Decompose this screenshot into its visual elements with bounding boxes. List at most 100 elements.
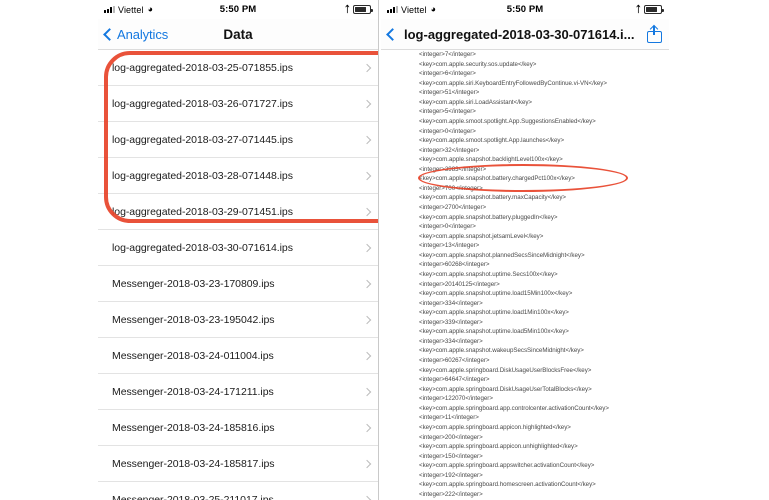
plist-line: <integer>60267</integer>: [419, 357, 490, 364]
file-name-label: Messenger-2018-03-24-011004.ips: [112, 349, 274, 362]
bluetooth-icon: ᛏ: [635, 4, 641, 14]
plist-line: <key>com.apple.smoot.spotlight.App.Sugge…: [419, 117, 596, 125]
plist-line: <integer>13</integer>: [419, 242, 480, 250]
chevron-right-icon: [362, 459, 372, 468]
plist-line: <key>com.apple.snapshot.battery.chargedP…: [419, 175, 575, 183]
share-icon[interactable]: [647, 24, 662, 43]
file-name-label: log-aggregated-2018-03-27-071445.ips: [112, 133, 293, 146]
plist-line: <integer>5</integer>: [419, 108, 476, 116]
plist-line: <integer>334</integer>: [419, 337, 483, 345]
clock-label: 5:50 PM: [506, 4, 544, 15]
plist-line: <key>com.apple.security.sos.update</key>: [419, 60, 537, 68]
chevron-right-icon: [362, 135, 372, 144]
file-list-item[interactable]: log-aggregated-2018-03-28-071448.ips: [98, 158, 378, 194]
plist-line: <key>com.apple.snapshot.backlightLevel10…: [419, 156, 563, 164]
battery-icon: [644, 5, 664, 14]
plist-content[interactable]: <integer>7</integer> <key>com.apple.secur…: [381, 50, 669, 500]
file-list-item[interactable]: Messenger-2018-03-25-211017.ips: [98, 482, 378, 500]
plist-line: <key>com.apple.springboard.appswitcher.a…: [419, 462, 595, 470]
plist-line: <integer>700</integer>: [419, 184, 483, 192]
chevron-right-icon: [362, 423, 372, 432]
file-name-label: Messenger-2018-03-24-185817.ips: [112, 457, 275, 470]
file-name-label: Messenger-2018-03-25-211017.ips: [112, 493, 274, 500]
chevron-right-icon: [362, 171, 372, 180]
battery-icon: [353, 5, 373, 14]
file-name-label: Messenger-2018-03-24-171211.ips: [112, 385, 274, 398]
chevron-left-icon: [386, 27, 399, 41]
left-phone-panel: Viettel ◕ 5:50 PM ᛏ Analytics Data log-a…: [98, 0, 379, 500]
file-name-label: log-aggregated-2018-03-26-071727.ips: [112, 97, 293, 110]
plist-line: <key>com.apple.snapshot.jetsamLevel</key…: [419, 232, 544, 240]
right-phone-panel: Viettel ◕ 5:50 PM ᛏ log-aggregated-2018-…: [381, 0, 669, 500]
file-list-item[interactable]: Messenger-2018-03-24-011004.ips: [98, 338, 378, 374]
clock-label: 5:50 PM: [219, 4, 257, 15]
nav-bar-right: log-aggregated-2018-03-30-071614.i...: [381, 19, 669, 50]
back-button-file-detail[interactable]: [386, 27, 400, 41]
plist-line: <integer>32</integer>: [419, 146, 480, 154]
chevron-left-icon: [103, 27, 116, 41]
file-list-item[interactable]: Messenger-2018-03-23-170809.ips: [98, 266, 378, 302]
chevron-right-icon: [362, 243, 372, 252]
file-list-item[interactable]: log-aggregated-2018-03-26-071727.ips: [98, 86, 378, 122]
file-name-label: log-aggregated-2018-03-28-071448.ips: [112, 169, 293, 182]
file-list-item[interactable]: log-aggregated-2018-03-27-071445.ips: [98, 122, 378, 158]
back-button-label: Analytics: [117, 26, 169, 42]
file-name-label: log-aggregated-2018-03-30-071614.ips: [112, 241, 293, 254]
chevron-right-icon: [362, 279, 372, 288]
chevron-right-icon: [362, 315, 372, 324]
plist-line: <key>com.apple.springboard.app.controlce…: [419, 404, 609, 412]
file-list-item[interactable]: log-aggregated-2018-03-29-071451.ips: [98, 194, 378, 230]
plist-line: <integer>0</integer>: [419, 127, 476, 135]
plist-line: <integer>7</integer>: [419, 51, 476, 58]
status-bar-right-group-2: ᛏ: [635, 4, 664, 14]
status-bar-right-group: ᛏ: [345, 5, 373, 14]
plist-line: <integer>60268</integer>: [419, 261, 490, 269]
plist-line: <integer>11</integer>: [419, 414, 479, 422]
plist-line: <key>com.apple.snapshot.uptime.load1Min1…: [419, 309, 569, 317]
status-bar-left: Viettel ◕ 5:50 PM ᛏ: [98, 0, 378, 19]
chevron-right-icon: [362, 99, 372, 108]
file-list-item[interactable]: Messenger-2018-03-24-171211.ips: [98, 374, 378, 410]
file-list-item[interactable]: Messenger-2018-03-24-185816.ips: [98, 410, 378, 446]
analytics-file-list[interactable]: log-aggregated-2018-03-25-071855.ips log-…: [98, 50, 378, 500]
plist-line: <integer>200</integer>: [419, 433, 483, 441]
plist-line: <integer>64647</integer>: [419, 376, 490, 384]
plist-line: <key>com.apple.snapshot.uptime.load15Min…: [419, 290, 573, 298]
chevron-right-icon: [362, 351, 372, 360]
plist-line: <key>com.apple.snapshot.battery.maxCapac…: [419, 194, 566, 202]
plist-line: <key>com.apple.snapshot.uptime.load5Min1…: [419, 328, 569, 336]
plist-line: <integer>339</integer>: [419, 318, 483, 326]
plist-line: <integer>334</integer>: [419, 299, 483, 307]
plist-line: <key>com.apple.springboard.appicon.unhig…: [419, 443, 578, 451]
plist-line: <integer>20140125</integer>: [419, 280, 500, 288]
plist-line: <integer>122070</integer>: [419, 395, 493, 403]
plist-line: <key>com.apple.springboard.DiskUsageUser…: [419, 385, 592, 393]
plist-line: <integer>51</integer>: [419, 89, 480, 97]
file-name-label: Messenger-2018-03-23-170809.ips: [112, 277, 275, 290]
plist-line: <key>com.apple.snapshot.plannedSecsSince…: [419, 251, 585, 259]
screenshot-root: Viettel ◕ 5:50 PM ᛏ Analytics Data log-a…: [0, 0, 769, 500]
file-list-item[interactable]: Messenger-2018-03-24-185817.ips: [98, 446, 378, 482]
plist-line: <key>com.apple.siri.KeyboardEntryFollowe…: [419, 79, 607, 87]
plist-line: <integer>222</integer>: [419, 490, 483, 498]
file-name-label: Messenger-2018-03-24-185816.ips: [112, 421, 275, 434]
plist-line: <key>com.apple.siri.LoadAssistant</key>: [419, 98, 533, 106]
file-name-label: log-aggregated-2018-03-25-071855.ips: [112, 61, 293, 74]
plist-line: <integer>192</integer>: [419, 471, 483, 479]
plist-line: <integer>2700</integer>: [419, 204, 487, 211]
nav-bar-left: Analytics Data: [98, 19, 378, 50]
file-list-item[interactable]: log-aggregated-2018-03-30-071614.ips: [98, 230, 378, 266]
plist-line: <integer>150</integer>: [419, 452, 483, 460]
plist-line: <integer>3983</integer>: [419, 165, 487, 173]
file-list-item[interactable]: Messenger-2018-03-23-195042.ips: [98, 302, 378, 338]
plist-line: <key>com.apple.springboard.appicon.highl…: [419, 423, 571, 431]
back-button-analytics[interactable]: Analytics: [103, 26, 169, 42]
plist-line: <key>com.apple.snapshot.wakeupSecsSinceM…: [419, 347, 584, 355]
plist-line: <key>com.apple.snapshot.battery.pluggedI…: [419, 213, 558, 221]
plist-line: <key>com.apple.snapshot.uptime.Secs100x<…: [419, 270, 558, 278]
file-name-label: log-aggregated-2018-03-29-071451.ips: [112, 205, 293, 218]
chevron-right-icon: [362, 495, 372, 500]
file-list-item[interactable]: log-aggregated-2018-03-25-071855.ips: [98, 50, 378, 86]
plist-line: <integer>6</integer>: [419, 70, 476, 78]
file-detail-title: log-aggregated-2018-03-30-071614.i...: [404, 26, 635, 42]
